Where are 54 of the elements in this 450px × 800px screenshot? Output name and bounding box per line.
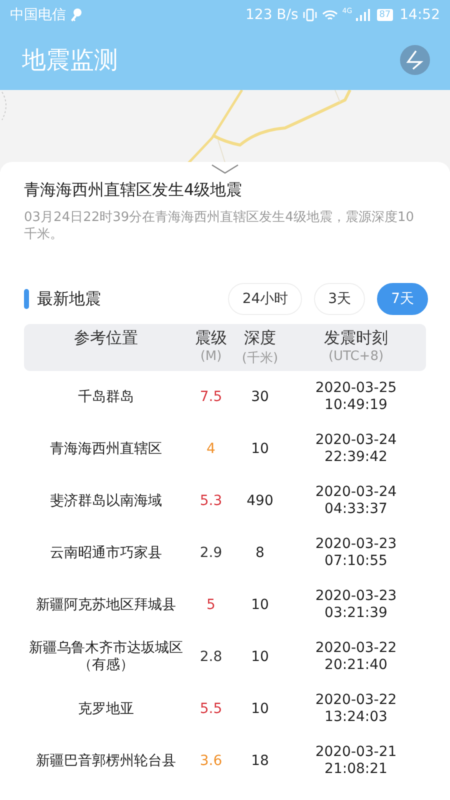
location-cell-text: 新疆巴音郭楞州轮台县 (35, 752, 177, 770)
depth-cell-text: 10 (250, 700, 270, 719)
time-cell-text: 2020-03-21 21:08:21 (314, 743, 398, 779)
magnitude-cell-text: 5.3 (198, 492, 224, 511)
time-cell-text: 2020-03-24 04:33:37 (314, 483, 398, 519)
latest-quake-title: 青海海西州直辖区发生4级地震 (24, 180, 244, 201)
clock: 14:52 (400, 7, 440, 23)
time-cell-text: 2020-03-22 20:21:40 (314, 639, 398, 675)
section-title: 最新地震 (37, 288, 102, 310)
column-header: 参考位置 (24, 324, 188, 371)
latest-quake-description: 03月24日22时39分在青海海西州直辖区发生4级地震，震源深度10千米。 (24, 209, 415, 243)
time-range-tab[interactable]: 3天 (314, 283, 366, 315)
magnitude-cell-text: 4 (206, 440, 216, 459)
magnitude-cell-text: 5 (206, 596, 216, 615)
column-header: 深度 (千米) (234, 324, 286, 371)
depth-cell-text: 10 (250, 440, 270, 459)
column-header: 震级 (M) (188, 324, 234, 371)
magnitude-cell-text: 3.6 (198, 752, 224, 771)
time-cell: 2020-03-25 10:49:19 (286, 371, 426, 423)
depth-cell: 30 (234, 371, 286, 423)
magnitude-cell-text: 2.8 (198, 648, 224, 667)
depth-cell-text: 8 (254, 544, 266, 563)
magnitude-cell-text: 2.9 (198, 544, 224, 563)
depth-cell-text: 10 (250, 648, 270, 667)
network-speed: 123 B/s (246, 7, 298, 23)
depth-cell-text: 490 (246, 492, 274, 511)
carrier-name: 中国电信 (10, 6, 66, 24)
time-cell-text: 2020-03-24 22:39:42 (314, 431, 398, 467)
key-icon (70, 8, 82, 22)
time-range-tab[interactable]: 24小时 (228, 283, 302, 315)
time-cell-text: 2020-03-23 07:10:55 (314, 535, 398, 571)
signal-icon (356, 9, 370, 21)
section-marker (24, 289, 29, 309)
time-cell-text: 2020-03-22 13:24:03 (314, 691, 398, 727)
chevron-down-icon[interactable] (211, 164, 239, 174)
time-cell-text: 2020-03-23 03:21:39 (314, 587, 398, 623)
lightning-icon (406, 50, 424, 70)
app-title: 地震监测 (22, 45, 119, 76)
vibrate-icon (302, 8, 318, 22)
location-cell: 千岛群岛 (24, 371, 188, 423)
magnitude-cell: 7.5 (188, 371, 234, 423)
location-cell-text: 新疆乌鲁木齐市达坂城区（有感） (28, 639, 184, 675)
magnitude-cell-text: 5.5 (198, 700, 224, 719)
battery-icon: 87 (377, 9, 393, 21)
depth-cell-text: 18 (250, 752, 270, 771)
lightning-button[interactable] (400, 45, 430, 75)
wifi-icon (322, 8, 338, 22)
location-cell-text: 云南昭通市巧家县 (49, 544, 163, 562)
location-cell-text: 青海海西州直辖区 (49, 440, 163, 458)
depth-cell-text: 10 (250, 596, 270, 615)
location-cell-text: 斐济群岛以南海域 (49, 492, 163, 510)
column-header: 发震时刻 (UTC+8) (286, 324, 426, 371)
location-cell-text: 克罗地亚 (77, 700, 135, 718)
location-cell-text: 新疆阿克苏地区拜城县 (35, 596, 177, 614)
